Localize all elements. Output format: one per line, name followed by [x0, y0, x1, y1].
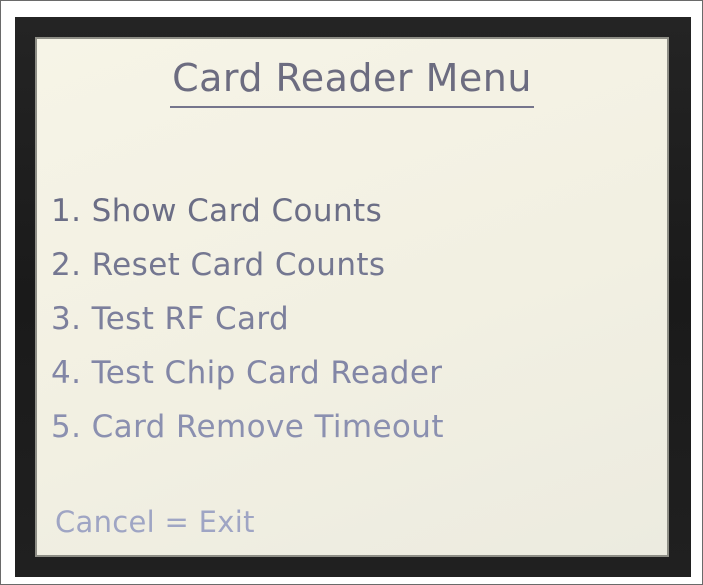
menu-item-show-card-counts[interactable]: 1. Show Card Counts: [51, 184, 444, 238]
menu-title-text: Card Reader Menu: [170, 54, 534, 108]
menu-list: 1. Show Card Counts 2. Reset Card Counts…: [51, 184, 444, 454]
menu-title: Card Reader Menu: [37, 54, 667, 108]
cancel-exit-hint: Cancel = Exit: [55, 505, 255, 539]
terminal-screen: Card Reader Menu 1. Show Card Counts 2. …: [35, 37, 669, 557]
menu-item-card-remove-timeout[interactable]: 5. Card Remove Timeout: [51, 400, 444, 454]
menu-item-test-rf-card[interactable]: 3. Test RF Card: [51, 292, 444, 346]
terminal-bezel: Card Reader Menu 1. Show Card Counts 2. …: [15, 17, 691, 577]
photo-frame: Card Reader Menu 1. Show Card Counts 2. …: [0, 0, 703, 585]
menu-item-test-chip-card-reader[interactable]: 4. Test Chip Card Reader: [51, 346, 444, 400]
menu-item-reset-card-counts[interactable]: 2. Reset Card Counts: [51, 238, 444, 292]
